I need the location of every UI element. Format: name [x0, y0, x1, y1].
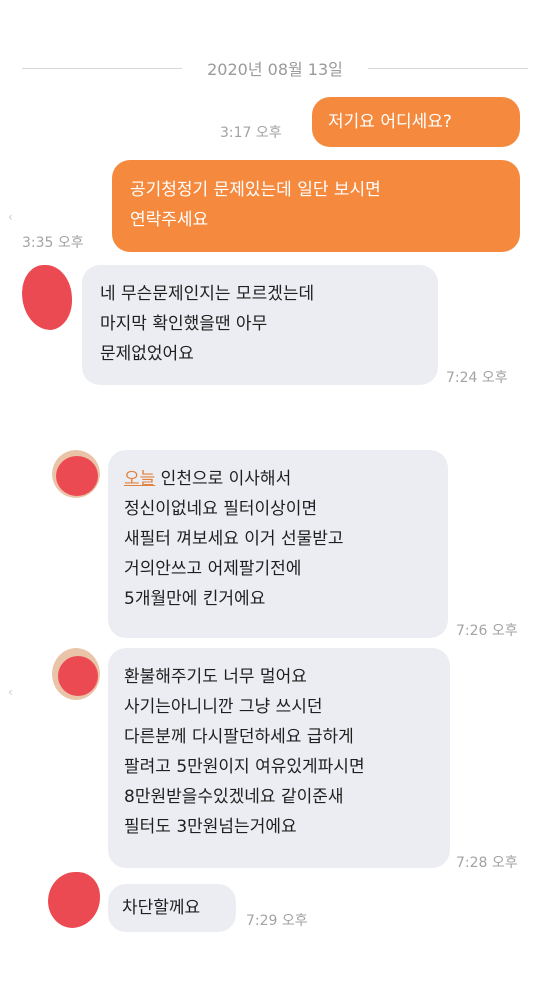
- message-line: 네 무슨문제인지는 모르겠는데: [100, 284, 315, 304]
- received-message-bubble[interactable]: 네 무슨문제인지는 모르겠는데 마지막 확인했을땐 아무 문제없었어요: [82, 265, 438, 385]
- date-divider-right: [368, 68, 528, 69]
- message-line: 문제없었어요: [100, 344, 194, 364]
- sent-message-bubble[interactable]: 저기요 어디세요?: [312, 97, 520, 147]
- date-separator: 2020년 08월 13일: [190, 56, 360, 80]
- avatar[interactable]: [22, 265, 72, 330]
- message-line: 5개월만에 킨거에요: [124, 589, 266, 609]
- message-line: 필터도 3만원넘는거에요: [124, 817, 297, 837]
- message-line: 마지막 확인했을땐 아무: [100, 314, 268, 334]
- message-line: 환불해주기도 너무 멀어요: [124, 667, 307, 687]
- message-line: 거의안쓰고 어제팔기전에: [124, 559, 302, 579]
- received-message-bubble[interactable]: 차단할께요: [108, 884, 236, 932]
- highlighted-link[interactable]: 오늘: [124, 469, 155, 489]
- message-line: 공기청정기 문제있는데 일단 보시면: [130, 180, 381, 200]
- chevron-left-icon: ‹: [8, 685, 13, 699]
- message-line: 오늘 인천으로 이사해서: [124, 469, 292, 489]
- message-line: 연락주세요: [130, 210, 209, 230]
- message-timestamp: 7:28 오후: [456, 855, 518, 871]
- message-line: 다른분께 다시팔던하세요 급하게: [124, 727, 354, 747]
- message-text: 차단할께요: [122, 898, 201, 918]
- avatar[interactable]: [52, 648, 100, 700]
- message-line: 정신이없네요 필터이상이면: [124, 499, 318, 519]
- sent-message-bubble[interactable]: 공기청정기 문제있는데 일단 보시면 연락주세요: [112, 160, 520, 252]
- message-line: 8만원받을수있겠네요 같이준새: [124, 787, 344, 807]
- message-line: 팔려고 5만원이지 여유있게파시면: [124, 757, 365, 777]
- received-message-bubble[interactable]: 오늘 인천으로 이사해서 정신이없네요 필터이상이면 새필터 껴보세요 이거 선…: [108, 450, 448, 638]
- chevron-left-icon: ‹: [8, 210, 13, 224]
- message-timestamp: 7:26 오후: [456, 623, 518, 639]
- message-timestamp: 3:17 오후: [220, 125, 282, 141]
- message-line: 새필터 껴보세요 이거 선물받고: [124, 529, 344, 549]
- avatar[interactable]: [52, 450, 100, 498]
- avatar[interactable]: [48, 872, 100, 928]
- message-timestamp: 3:35 오후: [22, 235, 84, 251]
- received-message-bubble[interactable]: 환불해주기도 너무 멀어요 사기는아니니깐 그냥 쓰시던 다른분께 다시팔던하세…: [108, 648, 450, 868]
- message-line: 사기는아니니깐 그냥 쓰시던: [124, 697, 323, 717]
- message-timestamp: 7:29 오후: [246, 913, 308, 929]
- message-text: 저기요 어디세요?: [328, 112, 452, 132]
- date-divider-left: [22, 68, 182, 69]
- message-timestamp: 7:24 오후: [446, 370, 508, 386]
